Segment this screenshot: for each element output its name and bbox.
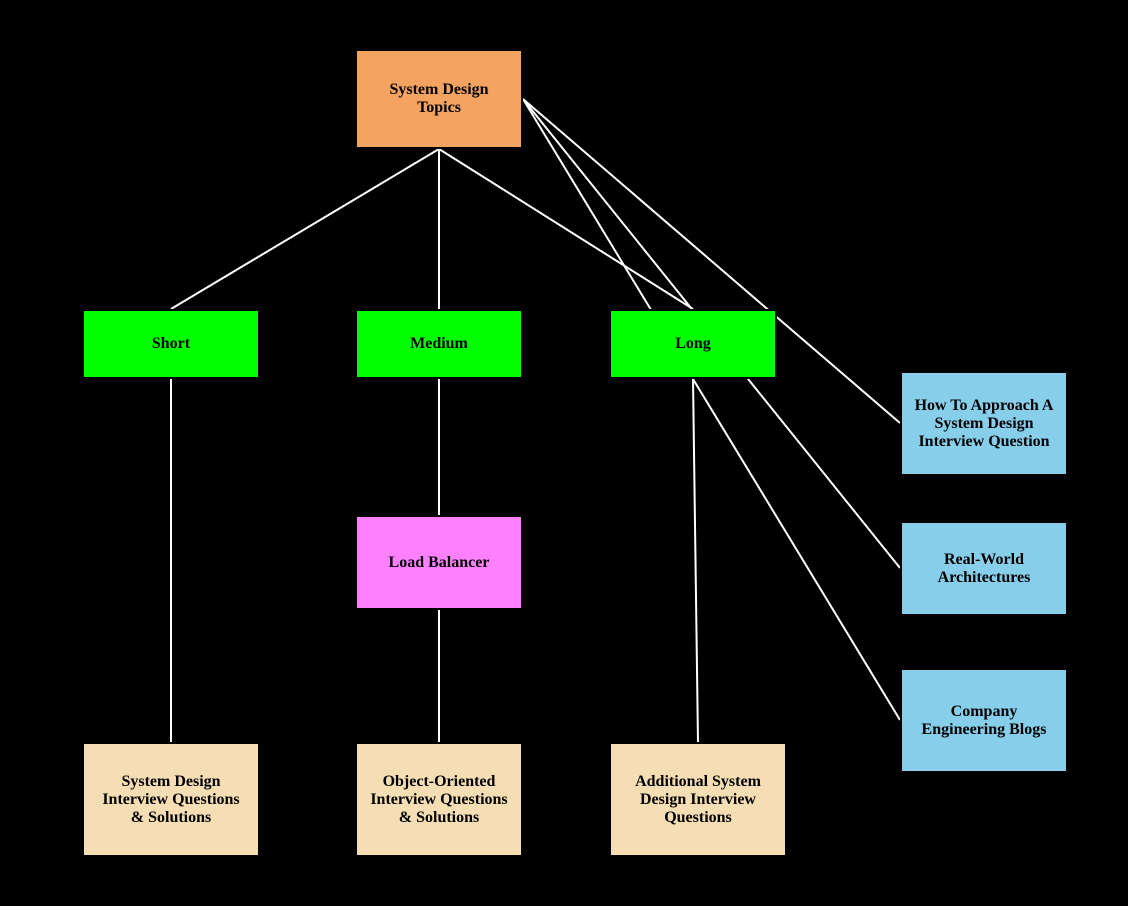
medium-node[interactable]: Medium <box>355 309 523 379</box>
short-label: Short <box>152 335 190 353</box>
object-oriented-label: Object-Oriented Interview Questions & So… <box>367 773 511 827</box>
object-oriented-node[interactable]: Object-Oriented Interview Questions & So… <box>355 742 523 857</box>
medium-label: Medium <box>410 335 468 353</box>
long-label: Long <box>675 335 711 353</box>
additional-system-label: Additional System Design Interview Quest… <box>621 773 775 827</box>
additional-system-node[interactable]: Additional System Design Interview Quest… <box>609 742 787 857</box>
how-to-approach-label: How To Approach A System Design Intervie… <box>912 397 1056 451</box>
short-node[interactable]: Short <box>82 309 260 379</box>
load-balancer-label: Load Balancer <box>389 554 490 572</box>
long-node[interactable]: Long <box>609 309 777 379</box>
how-to-approach-node[interactable]: How To Approach A System Design Intervie… <box>900 371 1068 476</box>
real-world-node[interactable]: Real-World Architectures <box>900 521 1068 616</box>
company-engineering-label: Company Engineering Blogs <box>912 703 1056 739</box>
load-balancer-node[interactable]: Load Balancer <box>355 515 523 610</box>
real-world-label: Real-World Architectures <box>912 551 1056 587</box>
company-engineering-node[interactable]: Company Engineering Blogs <box>900 668 1068 773</box>
system-design-topics-node[interactable]: System Design Topics <box>355 49 523 149</box>
system-design-interview-node[interactable]: System Design Interview Questions & Solu… <box>82 742 260 857</box>
system-design-interview-label: System Design Interview Questions & Solu… <box>94 773 248 827</box>
system-design-topics-label: System Design Topics <box>367 81 511 117</box>
